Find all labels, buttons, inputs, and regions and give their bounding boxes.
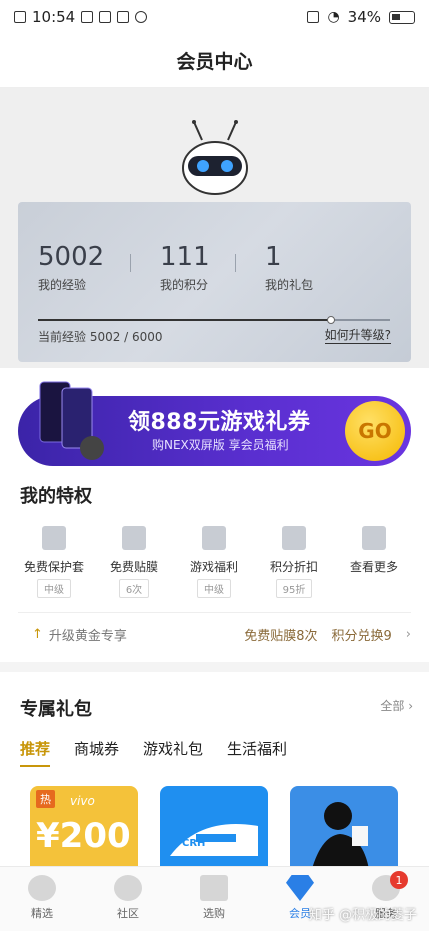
stat-divider (130, 254, 131, 272)
stat-experience[interactable]: 5002 我的经验 (38, 242, 104, 293)
experience-text: 当前经验 5002 / 6000 (38, 330, 163, 344)
diamond-icon (286, 875, 314, 901)
member-card: 5002 我的经验 111 我的积分 1 我的礼包 当前经验 5002 / 60… (18, 202, 411, 362)
upgrade-right: 免费贴膜8次 积分兑换9 › (244, 625, 411, 644)
calendar-icon (99, 11, 112, 23)
privilege-item[interactable]: 免费贴膜 6次 (94, 526, 174, 598)
banner-title: 领888元游戏礼券 (128, 410, 311, 435)
experience-value: 5002 (38, 242, 105, 272)
privilege-name: 积分折扣 (269, 560, 318, 574)
upgrade-text: 升级黄金专享 (48, 629, 127, 644)
privilege-tag: 中级 (197, 579, 231, 598)
status-right: ◔ 34% (307, 8, 415, 26)
upgrade-bar[interactable]: ↑ 升级黄金专享 免费贴膜8次 积分兑换9 › (18, 612, 411, 656)
go-button[interactable]: GO (345, 401, 405, 461)
gift-tabs: 推荐 商城券 游戏礼包 生活福利 (20, 738, 287, 767)
chat-bubble-icon (114, 875, 142, 901)
how-to-upgrade-link[interactable]: 如何升等级? (324, 326, 391, 344)
shopping-bag-icon (200, 875, 228, 901)
tab-recommended[interactable]: 推荐 (20, 738, 51, 767)
gift-card-reading[interactable] (290, 786, 398, 876)
promo-banner[interactable]: 领888元游戏礼券 购NEX双屏版 享会员福利 GO (18, 381, 411, 466)
nav-label: 选购 (203, 907, 225, 920)
nav-label: 会员 (289, 907, 311, 920)
discount-icon (282, 526, 306, 550)
nex-phones-icon (39, 381, 104, 460)
points-value: 111 (160, 242, 210, 272)
experience-progress-marker (327, 316, 336, 324)
privilege-name: 查看更多 (349, 560, 398, 574)
points-label: 我的积分 (160, 278, 209, 292)
contact-card-icon (117, 11, 130, 23)
tab-mall-coupons[interactable]: 商城券 (74, 738, 119, 767)
privilege-item[interactable]: 游戏福利 中级 (174, 526, 254, 598)
privilege-tag: 6次 (118, 579, 150, 598)
see-all-link[interactable]: 全部 › (380, 697, 413, 714)
reader-silhouette-icon (310, 802, 370, 876)
privilege-tag: 95折 (275, 579, 313, 598)
screen-film-icon (122, 526, 146, 550)
privilege-name: 免费保护套 (23, 560, 84, 574)
free-film-count: 免费贴膜8次 (244, 629, 318, 644)
gift-card-coupon[interactable]: 热 vivo ¥200 (30, 786, 138, 876)
nav-featured[interactable]: 精选 (12, 875, 72, 921)
see-all-label: 全部 (380, 699, 405, 713)
crh-label: CRH (182, 838, 206, 849)
battery-percent: 34% (347, 8, 381, 26)
gifts-title: 专属礼包 (20, 699, 92, 720)
gifts-value: 1 (265, 242, 282, 272)
coupon-amount: ¥200 (36, 816, 131, 856)
status-time: 10:54 (32, 8, 76, 26)
battery-icon (389, 10, 415, 24)
chevron-right-icon: › (405, 627, 411, 642)
section-divider (0, 662, 429, 672)
privilege-name: 游戏福利 (189, 560, 238, 574)
heart-icon (28, 875, 56, 901)
experience-label: 我的经验 (38, 278, 87, 292)
member-hero: 5002 我的经验 111 我的积分 1 我的礼包 当前经验 5002 / 60… (0, 88, 429, 368)
nav-shop[interactable]: 选购 (184, 875, 244, 921)
experience-progress-bar (38, 316, 390, 324)
vivo-logo: vivo (70, 794, 95, 808)
nav-community[interactable]: 社区 (98, 875, 158, 921)
stat-divider (235, 254, 236, 272)
privilege-item[interactable]: 积分折扣 95折 (254, 526, 334, 598)
status-left: 10:54 (14, 8, 148, 26)
status-bar: 10:54 ◔ 34% (0, 0, 429, 34)
watermark: 知乎 @积极的菱子 (308, 908, 417, 923)
wifi-icon: ◔ (327, 9, 340, 25)
nav-label: 精选 (31, 907, 53, 920)
gift-card-crh[interactable]: CRH (160, 786, 268, 876)
tab-life-benefits[interactable]: 生活福利 (227, 738, 287, 767)
gifts-label: 我的礼包 (265, 278, 314, 292)
gamepad-icon (202, 526, 226, 550)
privileges-row: 免费保护套 中级 免费贴膜 6次 游戏福利 中级 积分折扣 95折 查看更多 (0, 526, 429, 598)
page-title-bar: 会员中心 (0, 34, 429, 88)
upgrade-left: ↑ 升级黄金专享 (18, 625, 127, 644)
mail-icon (81, 11, 94, 23)
banner-subtitle: 购NEX双屏版 享会员福利 (152, 438, 289, 452)
experience-progress-fill (38, 319, 332, 321)
privilege-item[interactable]: 查看更多 (334, 526, 414, 575)
chat-icon (135, 11, 148, 23)
notification-badge: 1 (390, 871, 408, 889)
tab-game-gifts[interactable]: 游戏礼包 (143, 738, 203, 767)
train-icon (170, 824, 258, 856)
nav-label: 社区 (117, 907, 139, 920)
privilege-name: 免费贴膜 (109, 560, 158, 574)
vibrate-icon (307, 11, 320, 23)
stat-points[interactable]: 111 我的积分 (160, 242, 210, 293)
more-icon (362, 526, 386, 550)
page-title: 会员中心 (176, 51, 253, 73)
robot-mascot-icon (182, 120, 248, 195)
hot-badge: 热 (36, 790, 55, 808)
stat-gifts[interactable]: 1 我的礼包 (265, 242, 313, 293)
privilege-tag: 中级 (37, 579, 71, 598)
phone-case-icon (42, 526, 66, 550)
close-notification-icon (14, 11, 26, 23)
privilege-item[interactable]: 免费保护套 中级 (14, 526, 94, 598)
privileges-title: 我的特权 (20, 486, 92, 507)
upgrade-arrow-icon: ↑ (32, 627, 43, 642)
points-exchange: 积分兑换9 (331, 629, 392, 644)
